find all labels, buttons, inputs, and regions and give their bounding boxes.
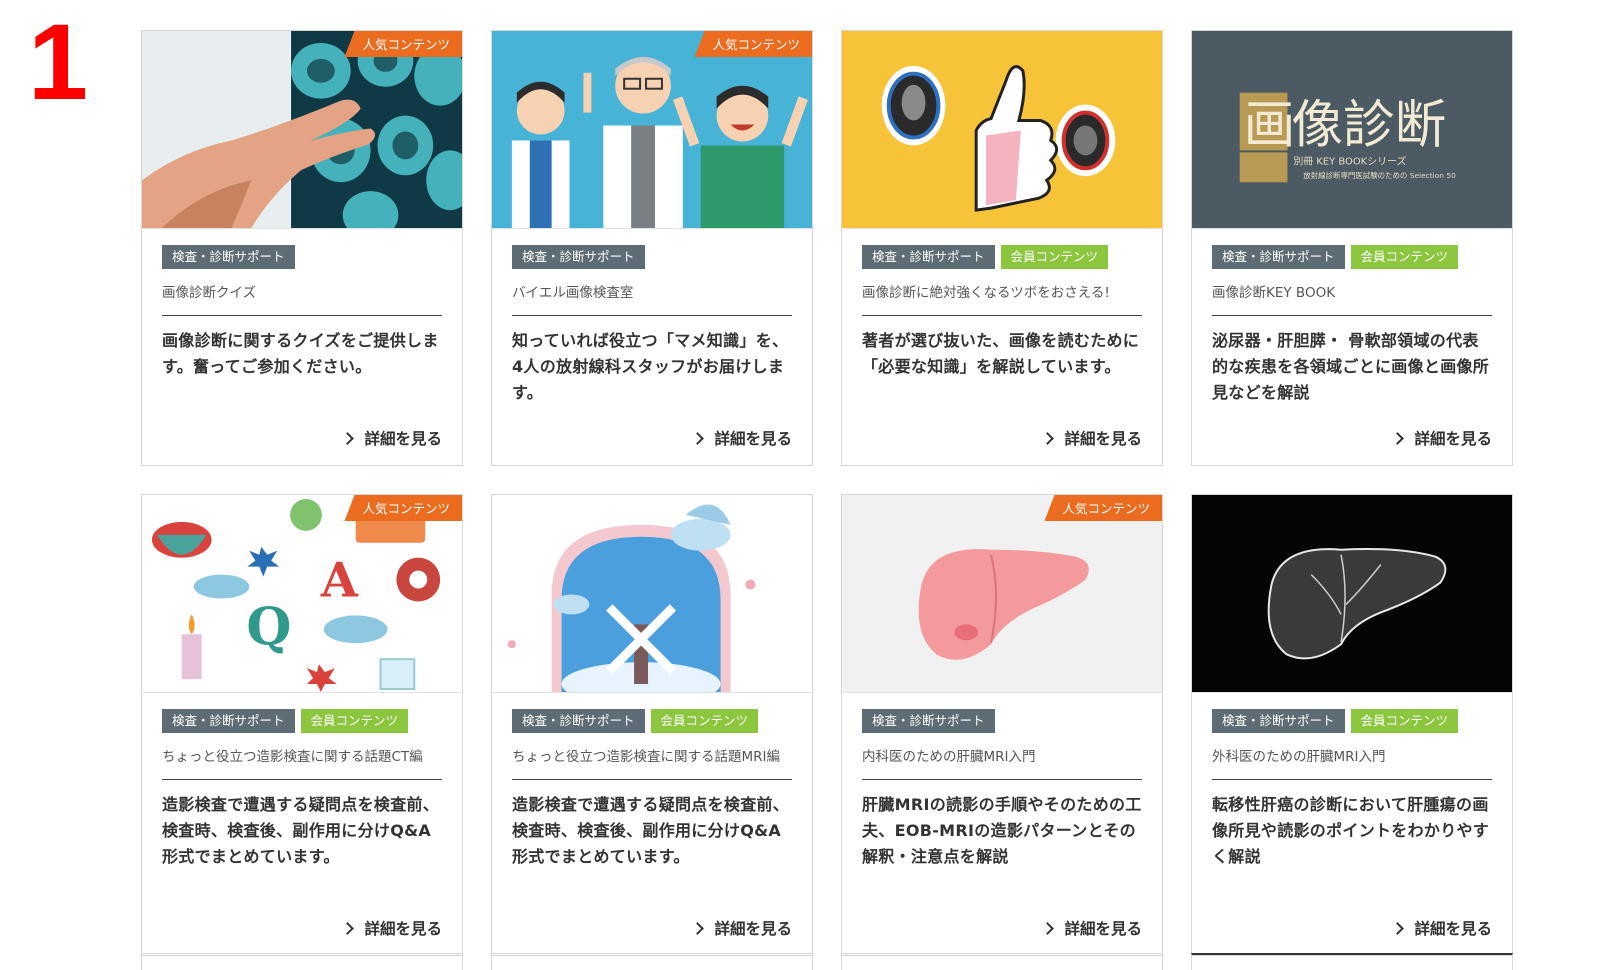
- member-tag[interactable]: 会員コンテンツ: [1350, 709, 1459, 733]
- tag-list: 検査・診断サポート: [512, 245, 792, 269]
- content-card-bayer-imaging-room[interactable]: 人気コンテンツ 検査・診断サポート バイエル画像検査室 知っていれば役立つ「マメ…: [491, 30, 813, 466]
- card-stub: [841, 953, 1163, 970]
- card-subtitle: 画像診断KEY BOOK: [1212, 281, 1492, 316]
- more-link[interactable]: 詳細を見る: [1041, 917, 1142, 939]
- windmill-illustration-image: [492, 495, 812, 693]
- card-description: 転移性肝癌の診断において肝腫瘍の画像所見や読影のポイントをわかりやすく解説: [1212, 795, 1490, 866]
- category-tag[interactable]: 検査・診断サポート: [862, 709, 995, 733]
- content-card-liver-mri-surgical[interactable]: 検査・診断サポート 会員コンテンツ 外科医のための肝臓MRI入門 転移性肝癌の診…: [1191, 494, 1513, 956]
- more-link-label: 詳細を見る: [1064, 920, 1142, 938]
- content-card-grid: 人気コンテンツ 検査・診断サポート 画像診断クイズ 画像診断に関するクイズをご提…: [141, 30, 1513, 956]
- more-link[interactable]: 詳細を見る: [341, 917, 442, 939]
- content-card-liver-mri-internal[interactable]: 人気コンテンツ 検査・診断サポート 内科医のための肝臓MRI入門 肝臓MRIの読…: [841, 494, 1163, 956]
- card-description: 画像診断に関するクイズをご提供します。奮ってご参加ください。: [162, 331, 439, 376]
- member-tag[interactable]: 会員コンテンツ: [1350, 245, 1459, 269]
- thumbs-up-image: [842, 31, 1162, 229]
- next-row-card-stubs: [141, 953, 1513, 970]
- svg-text:Q: Q: [246, 596, 291, 657]
- chevron-right-icon: [341, 921, 355, 935]
- svg-text:A: A: [320, 552, 359, 608]
- qa-illustration-image: A Q 人気コンテンツ: [142, 495, 462, 693]
- tag-list: 検査・診断サポート: [862, 709, 1142, 733]
- tag-list: 検査・診断サポート 会員コンテンツ: [162, 709, 442, 733]
- more-link-label: 詳細を見る: [1414, 430, 1492, 448]
- more-link[interactable]: 詳細を見る: [1041, 427, 1142, 449]
- member-tag[interactable]: 会員コンテンツ: [650, 709, 759, 733]
- card-description: 造影検査で遭遇する疑問点を検査前、検査時、検査後、副作用に分けQ&A形式でまとめ…: [162, 795, 440, 866]
- doctors-illustration-image: 人気コンテンツ: [492, 31, 812, 229]
- content-card-key-book[interactable]: 画 像診断 別冊 KEY BOOKシリーズ 放射線診断専門医試験のための Sel…: [1191, 30, 1513, 466]
- card-subtitle: ちょっと役立つ造影検査に関する話題CT編: [162, 745, 442, 780]
- tag-list: 検査・診断サポート 会員コンテンツ: [862, 245, 1142, 269]
- tag-list: 検査・診断サポート 会員コンテンツ: [1212, 709, 1492, 733]
- category-tag[interactable]: 検査・診断サポート: [1212, 709, 1345, 733]
- more-link-label: 詳細を見る: [364, 920, 442, 938]
- more-link-label: 詳細を見る: [364, 430, 442, 448]
- card-subtitle: 内科医のための肝臓MRI入門: [862, 745, 1142, 780]
- popular-badge: 人気コンテンツ: [344, 31, 462, 57]
- category-tag[interactable]: 検査・診断サポート: [1212, 245, 1345, 269]
- member-tag[interactable]: 会員コンテンツ: [1000, 245, 1109, 269]
- tag-list: 検査・診断サポート: [162, 245, 442, 269]
- card-subtitle: ちょっと役立つ造影検査に関する話題MRI編: [512, 745, 792, 780]
- card-subtitle: 画像診断クイズ: [162, 281, 442, 316]
- chevron-right-icon: [1041, 921, 1055, 935]
- more-link-label: 詳細を見る: [1414, 920, 1492, 938]
- more-link-label: 詳細を見る: [714, 920, 792, 938]
- more-link-label: 詳細を見る: [1064, 430, 1142, 448]
- chevron-right-icon: [341, 431, 355, 445]
- more-link-label: 詳細を見る: [714, 430, 792, 448]
- chevron-right-icon: [1391, 431, 1405, 445]
- tag-list: 検査・診断サポート 会員コンテンツ: [512, 709, 792, 733]
- content-card-contrast-mri[interactable]: 検査・診断サポート 会員コンテンツ ちょっと役立つ造影検査に関する話題MRI編 …: [491, 494, 813, 956]
- popular-badge: 人気コンテンツ: [1044, 495, 1162, 521]
- popular-badge: 人気コンテンツ: [344, 495, 462, 521]
- chevron-right-icon: [1041, 431, 1055, 445]
- category-tag[interactable]: 検査・診断サポート: [162, 709, 295, 733]
- tag-list: 検査・診断サポート 会員コンテンツ: [1212, 245, 1492, 269]
- book-caption: 放射線診断専門医試験のための Selection 50: [1303, 170, 1456, 180]
- liver-xray-image: [1192, 495, 1512, 693]
- content-card-image-quiz[interactable]: 人気コンテンツ 検査・診断サポート 画像診断クイズ 画像診断に関するクイズをご提…: [141, 30, 463, 466]
- book-series-label: 別冊 KEY BOOKシリーズ: [1293, 154, 1406, 167]
- liver-pink-image: 人気コンテンツ: [842, 495, 1162, 693]
- more-link[interactable]: 詳細を見る: [691, 917, 792, 939]
- member-tag[interactable]: 会員コンテンツ: [300, 709, 409, 733]
- more-link[interactable]: 詳細を見る: [691, 427, 792, 449]
- book-title-first-char: 画: [1244, 95, 1296, 155]
- card-description: 知っていれば役立つ「マメ知識」を、4人の放射線科スタッフがお届けします。: [512, 331, 789, 402]
- card-stub: [491, 953, 813, 970]
- card-description: 泌尿器・肝胆膵・ 骨軟部領域の代表的な疾患を各領域ごとに画像と画像所見などを解説: [1212, 331, 1490, 402]
- card-description: 著者が選び抜いた、画像を読むために「必要な知識」を解説しています。: [862, 331, 1140, 376]
- card-subtitle: 外科医のための肝臓MRI入門: [1212, 745, 1492, 780]
- more-link[interactable]: 詳細を見る: [341, 427, 442, 449]
- content-card-imaging-tips[interactable]: 検査・診断サポート 会員コンテンツ 画像診断に絶対強くなるツボをおさえる! 著者…: [841, 30, 1163, 466]
- card-description: 造影検査で遭遇する疑問点を検査前、検査時、検査後、副作用に分けQ&A形式でまとめ…: [512, 795, 790, 866]
- page-number: 1: [28, 1, 89, 122]
- category-tag[interactable]: 検査・診断サポート: [512, 709, 645, 733]
- card-subtitle: 画像診断に絶対強くなるツボをおさえる!: [862, 281, 1142, 316]
- category-tag[interactable]: 検査・診断サポート: [512, 245, 645, 269]
- card-stub: [1191, 953, 1513, 970]
- chevron-right-icon: [1391, 921, 1405, 935]
- more-link[interactable]: 詳細を見る: [1391, 917, 1492, 939]
- more-link[interactable]: 詳細を見る: [1391, 427, 1492, 449]
- card-description: 肝臓MRIの読影の手順やそのための工夫、EOB-MRIの造影パターンとその解釈・…: [862, 795, 1142, 866]
- book-cover-image: 画 像診断 別冊 KEY BOOKシリーズ 放射線診断専門医試験のための Sel…: [1192, 31, 1512, 229]
- card-stub: [141, 953, 463, 970]
- category-tag[interactable]: 検査・診断サポート: [162, 245, 295, 269]
- chevron-right-icon: [691, 431, 705, 445]
- xray-hand-image: 人気コンテンツ: [142, 31, 462, 229]
- book-title-rest: 像診断: [1291, 95, 1446, 155]
- chevron-right-icon: [691, 921, 705, 935]
- card-subtitle: バイエル画像検査室: [512, 281, 792, 316]
- content-card-contrast-ct[interactable]: A Q 人気コンテンツ 検査・診断サポート 会員コンテンツ ちょっと役立つ造影検…: [141, 494, 463, 956]
- popular-badge: 人気コンテンツ: [694, 31, 812, 57]
- category-tag[interactable]: 検査・診断サポート: [862, 245, 995, 269]
